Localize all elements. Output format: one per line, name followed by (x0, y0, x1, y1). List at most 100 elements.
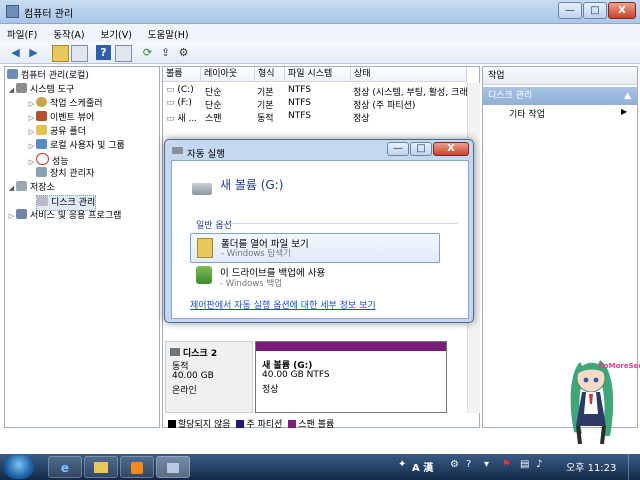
minimize-button[interactable]: — (558, 2, 582, 19)
tree-services[interactable]: ▷ 서비스 및 응용 프로그램 (7, 209, 121, 223)
export-icon[interactable]: ⇪ (158, 45, 173, 60)
cell-status: 정상 (시스템, 부팅, 활성, 크래 (353, 88, 467, 98)
tree-device-manager[interactable]: 장치 관리자 (36, 167, 94, 181)
drive-icon (172, 147, 183, 154)
properties-icon[interactable] (115, 45, 132, 62)
column-header-filesystem[interactable]: 파일 시스템 (285, 67, 351, 82)
back-arrow-icon[interactable]: ◀ (8, 45, 23, 60)
tree-storage[interactable]: ◢ 저장소 (7, 181, 55, 195)
legend-label: 할당되지 않음 (178, 420, 231, 430)
forward-arrow-icon[interactable]: ▶ (26, 45, 41, 60)
disk2-partition[interactable]: 새 볼륨 (G:) 40.00 GB NTFS 정상 (255, 341, 447, 413)
menu-action[interactable]: 동작(A) (46, 24, 90, 41)
mascot-label: DoMoreSee (598, 362, 640, 370)
collapse-icon[interactable]: ◢ (7, 83, 16, 97)
tree-disk-management-label: 디스크 관리 (51, 198, 96, 208)
backup-icon (196, 266, 212, 284)
media-player-icon[interactable] (120, 456, 154, 478)
expand-icon[interactable]: ▷ (27, 125, 36, 139)
tree-event-viewer-label: 이벤트 뷰어 (50, 113, 95, 123)
expand-icon[interactable]: ▷ (7, 209, 16, 223)
disk-icon (37, 196, 48, 206)
disk2-state: 온라인 (172, 386, 197, 396)
backup-option[interactable]: 이 드라이브를 백업에 사용 - Windows 백업 (190, 264, 438, 292)
tree-task-scheduler[interactable]: ▷ 작업 스케줄러 (27, 97, 103, 111)
disk2-size: 40.00 GB (172, 371, 214, 381)
submenu-arrow-icon[interactable]: ▶ (621, 107, 627, 116)
legend: 할당되지 않음 주 파티션 스팬 볼륨 (165, 417, 477, 430)
help-icon[interactable]: ? (96, 45, 111, 60)
collapse-icon[interactable]: ◢ (7, 181, 16, 195)
cell-type: 기본 (257, 88, 274, 98)
tree-local-users-label: 로컬 사용자 및 그룹 (50, 141, 125, 151)
legend-label: 주 파티션 (246, 420, 283, 430)
tree-storage-label: 저장소 (30, 183, 55, 193)
section-divider (230, 223, 458, 224)
tree-root[interactable]: 컴퓨터 관리(로컬) (7, 69, 89, 83)
tree-performance[interactable]: ▷ 성능 (27, 153, 69, 167)
collapse-arrow-icon[interactable]: ▲ (624, 87, 631, 105)
menu-bar: 파일(F) 동작(A) 보기(V) 도움말(H) (0, 24, 640, 42)
internet-explorer-icon[interactable]: e (48, 456, 82, 478)
actions-more[interactable]: 기타 작업 (509, 107, 545, 120)
actions-header: 작업 (483, 67, 637, 85)
menu-view[interactable]: 보기(V) (94, 24, 138, 41)
tray-help-icon[interactable]: ? (466, 459, 471, 470)
column-header-volume[interactable]: 볼륨 (163, 67, 201, 82)
explorer-folder-icon[interactable] (84, 456, 118, 478)
tree-system-tools[interactable]: ◢ 시스템 도구 (7, 83, 74, 97)
maximize-button[interactable]: □ (583, 2, 607, 19)
disk2-label[interactable]: 디스크 2 동적 40.00 GB 온라인 (165, 341, 253, 413)
tree-local-users[interactable]: ▷ 로컬 사용자 및 그룹 (27, 139, 125, 153)
tree-shared-folders-label: 공유 폴더 (50, 127, 86, 137)
autoplay-settings-link[interactable]: 제어판에서 자동 실행 옵션에 대한 세부 정보 보기 (190, 298, 376, 311)
cell-status: 정상 (353, 114, 370, 124)
ime-indicator[interactable]: A 漢 (412, 459, 433, 474)
refresh-icon[interactable]: ⟳ (140, 45, 155, 60)
dialog-minimize-button[interactable]: — (387, 142, 409, 156)
cell-volume: (F:) (177, 98, 192, 108)
expand-icon[interactable]: ▷ (27, 139, 36, 153)
expand-icon[interactable]: ▷ (27, 97, 36, 111)
show-desktop-button[interactable] (628, 454, 640, 480)
dialog-close-button[interactable]: X (433, 142, 469, 156)
menu-help[interactable]: 도움말(H) (141, 24, 195, 41)
column-header-layout[interactable]: 레이아웃 (201, 67, 255, 82)
cell-fs: NTFS (288, 98, 311, 108)
open-folder-option[interactable]: 폴더를 열어 파일 보기 - Windows 탐색기 (190, 233, 440, 263)
settings-icon[interactable]: ⚙ (176, 45, 191, 60)
tree-shared-folders[interactable]: ▷ 공유 폴더 (27, 125, 86, 139)
actions-section-label: 디스크 관리 (488, 91, 533, 101)
tray-options-icon[interactable]: ▾ (484, 459, 489, 470)
option-sublabel: - Windows 탐색기 (221, 249, 291, 259)
menu-file[interactable]: 파일(F) (0, 24, 43, 41)
action-center-icon[interactable]: ⚑ (502, 459, 511, 470)
event-viewer-icon (36, 111, 47, 121)
expand-icon[interactable]: ▷ (27, 155, 36, 169)
start-button[interactable] (4, 455, 34, 479)
title-bar: 컴퓨터 관리 — □ X (0, 0, 640, 24)
tree-services-label: 서비스 및 응용 프로그램 (30, 211, 122, 221)
tray-settings-icon[interactable]: ⚙ (450, 459, 459, 470)
dialog-title: 자동 실행 (187, 149, 225, 160)
tree-event-viewer[interactable]: ▷ 이벤트 뷰어 (27, 111, 94, 125)
dialog-volume-name: 새 볼륨 (G:) (220, 178, 284, 192)
volume-icon[interactable]: ♪ (536, 459, 542, 470)
column-header-type[interactable]: 형식 (255, 67, 285, 82)
actions-section-disk-management[interactable]: 디스크 관리 ▲ (483, 87, 637, 105)
column-header-status[interactable]: 상태 (351, 67, 467, 82)
computer-icon (7, 69, 18, 79)
up-folder-icon[interactable] (52, 45, 69, 62)
computer-management-taskbar-button[interactable] (156, 456, 190, 478)
clock[interactable]: 오후 11:23 (566, 459, 616, 474)
dialog-maximize-button[interactable]: □ (410, 142, 432, 156)
tree-device-manager-label: 장치 관리자 (50, 169, 95, 179)
network-icon[interactable]: ▤ (520, 459, 529, 470)
expand-icon[interactable]: ▷ (27, 111, 36, 125)
console-tree-icon[interactable] (71, 45, 88, 62)
close-button[interactable]: X (608, 2, 636, 19)
tray-flag-icon[interactable]: ✦ (398, 459, 406, 470)
device-manager-icon (36, 167, 47, 177)
console-tree: 컴퓨터 관리(로컬) ◢ 시스템 도구 ▷ 작업 스케줄러 ▷ 이벤트 뷰어 ▷ 공유 … (4, 66, 160, 428)
window-title: 컴퓨터 관리 (24, 9, 74, 20)
